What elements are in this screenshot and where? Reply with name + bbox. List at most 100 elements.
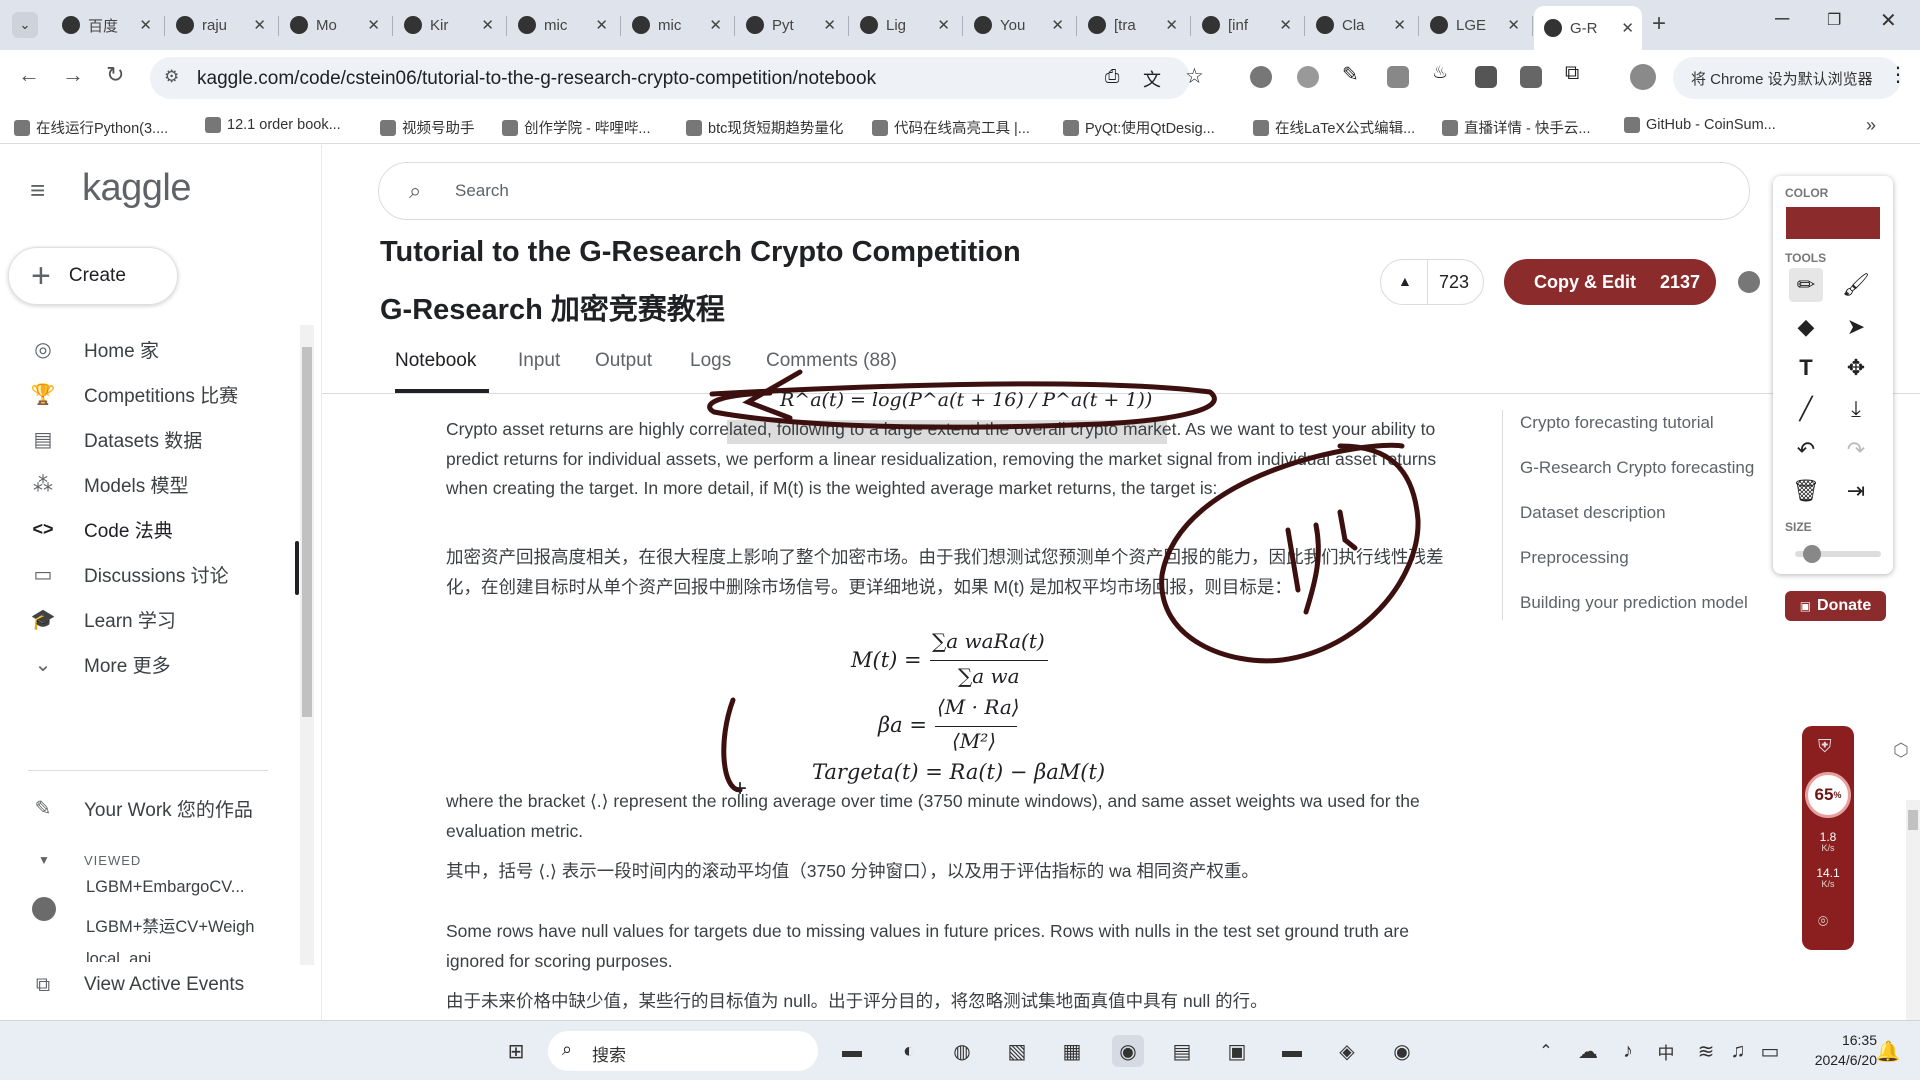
close-tab-icon[interactable]: ✕ [253, 16, 266, 34]
donate-button[interactable]: ▣ Donate [1785, 591, 1886, 621]
photos-icon[interactable]: ▧ [1001, 1035, 1033, 1067]
notebook-tab[interactable]: Notebook [395, 350, 476, 372]
install-app-icon[interactable]: ⎙ [1105, 66, 1119, 87]
close-tab-icon[interactable]: ✕ [139, 16, 152, 34]
bookmark-star-icon[interactable]: ☆ [1185, 64, 1204, 89]
mic-icon[interactable]: ♪ [1612, 1035, 1644, 1067]
toc-link[interactable]: Preprocessing [1520, 548, 1776, 568]
close-tab-icon[interactable]: ✕ [823, 16, 836, 34]
battery-icon[interactable]: ▭ [1754, 1035, 1786, 1067]
clock-time[interactable]: 16:35 [1797, 1032, 1877, 1048]
chat-app-icon[interactable]: ◍ [946, 1035, 978, 1067]
delete-icon[interactable]: 🗑 [1789, 474, 1823, 508]
browser-tab[interactable]: raju ✕ [166, 8, 274, 42]
browser-tab[interactable]: [inf ✕ [1192, 8, 1300, 42]
pointer-tool-icon[interactable]: ➤ [1839, 310, 1873, 344]
browser-tab[interactable]: Lig ✕ [850, 8, 958, 42]
bookmark-item[interactable]: 直播详情 - 快手云... [1442, 117, 1590, 138]
browser-tab[interactable]: mic ✕ [508, 8, 616, 42]
marker-tool-icon[interactable]: 🖌 [1839, 268, 1873, 302]
toc-link[interactable]: Crypto forecasting tutorial [1520, 413, 1776, 433]
restore-button[interactable]: ❐ [1827, 10, 1841, 30]
bookmark-item[interactable]: 在线运行Python(3.... [14, 117, 168, 138]
text-tool-icon[interactable]: T [1789, 351, 1823, 385]
sidebar-item[interactable]: ◎ Home 家 [30, 329, 159, 369]
bookmark-item[interactable]: 在线LaTeX公式编辑... [1253, 117, 1415, 138]
browser-tab[interactable]: G-R ✕ [1534, 6, 1642, 50]
bookmark-item[interactable]: 12.1 order book... [205, 117, 341, 133]
page-scrollbar-thumb[interactable] [1908, 810, 1918, 830]
exit-icon[interactable]: ⇥ [1839, 474, 1873, 508]
author-avatar[interactable] [1738, 271, 1760, 293]
network-monitor[interactable]: ⛨ 65% 1.8 K/s 14.1 K/s ⌾ [1802, 726, 1854, 950]
bookmark-item[interactable]: btc现货短期趋势量化 [686, 117, 843, 138]
sidebar-item[interactable]: ▤ Datasets 数据 [30, 419, 203, 459]
viewed-item[interactable]: LGBM+EmbargoCV... [86, 878, 245, 897]
set-default-browser-button[interactable]: 将 Chrome 设为默认浏览器 [1673, 57, 1901, 99]
extension-icon[interactable] [1475, 66, 1497, 88]
pen-extension-icon[interactable]: ✎ [1342, 62, 1359, 87]
collapse-viewed-icon[interactable]: ▼ [38, 853, 50, 867]
browser-tab[interactable]: LGE ✕ [1420, 8, 1528, 42]
bookmark-item[interactable]: GitHub - CoinSum... [1624, 117, 1776, 133]
notebook-tab[interactable]: Output [595, 350, 652, 372]
edge-icon[interactable]: ◐ [893, 1035, 925, 1067]
sidebar-item[interactable]: 🎓 Learn 学习 [30, 599, 176, 639]
sidebar-scrollbar[interactable] [300, 325, 314, 965]
close-tab-icon[interactable]: ✕ [937, 16, 950, 34]
upvote-widget[interactable]: ▲ 723 [1380, 259, 1484, 305]
upvote-arrow-icon[interactable]: ▲ [1398, 273, 1412, 289]
more-bookmarks-icon[interactable]: » [1866, 115, 1876, 136]
terminal-icon[interactable]: ▣ [1221, 1035, 1253, 1067]
windows-start-icon[interactable]: ⊞ [500, 1035, 532, 1067]
close-window-button[interactable]: ✕ [1880, 8, 1897, 33]
your-work-link[interactable]: ✎ Your Work 您的作品 [30, 788, 253, 828]
camera-icon[interactable]: ⌾ [1818, 912, 1828, 932]
tab-search-button[interactable]: ⌄ [12, 12, 38, 38]
clock-date[interactable]: 2024/6/20 [1797, 1052, 1877, 1068]
close-tab-icon[interactable]: ✕ [1165, 16, 1178, 34]
sidebar-item[interactable]: <> Code 法典 [30, 509, 172, 549]
chrome-icon[interactable]: ◉ [1112, 1035, 1144, 1067]
page-scrollbar[interactable] [1906, 800, 1920, 1020]
chrome-menu-icon[interactable]: ⋮ [1888, 62, 1908, 87]
app-icon[interactable]: ▬ [1276, 1035, 1308, 1067]
close-tab-icon[interactable]: ✕ [595, 16, 608, 34]
viewed-item[interactable]: LGBM+禁运CV+Weigh [86, 913, 254, 937]
extension-icon[interactable] [1297, 66, 1319, 88]
translate-icon[interactable]: 文 [1143, 66, 1161, 92]
bookmark-item[interactable]: PyQt:使用QtDesig... [1063, 117, 1215, 138]
pinned-app-icon[interactable]: ◉ [1386, 1035, 1418, 1067]
browser-tab[interactable]: Cla ✕ [1306, 8, 1414, 42]
redo-icon[interactable]: ↷ [1839, 433, 1873, 467]
app-icon[interactable]: ▦ [1056, 1035, 1088, 1067]
tray-chevron-icon[interactable]: ⌃ [1530, 1035, 1562, 1067]
browser-tab[interactable]: You ✕ [964, 8, 1072, 42]
notification-bell-icon[interactable]: 🔔 [1872, 1035, 1904, 1067]
kaggle-logo[interactable]: kaggle [82, 167, 191, 210]
browser-tab[interactable]: 百度 ✕ [52, 8, 160, 42]
browser-tab[interactable]: Mo ✕ [280, 8, 388, 42]
create-button[interactable]: + Create [8, 247, 178, 305]
bookmark-item[interactable]: 代码在线高亮工具 |... [872, 117, 1030, 138]
bookmark-item[interactable]: 视频号助手 [380, 117, 475, 138]
download-tool-icon[interactable]: ⤓ [1839, 392, 1873, 426]
close-tab-icon[interactable]: ✕ [1051, 16, 1064, 34]
hamburger-menu-icon[interactable]: ≡ [30, 175, 45, 206]
search-bar[interactable]: ⌕ Search [378, 162, 1750, 220]
volume-icon[interactable]: ♫ [1722, 1035, 1754, 1067]
forward-button[interactable]: → [62, 62, 84, 88]
browser-tab[interactable]: Pyt ✕ [736, 8, 844, 42]
minimize-button[interactable]: ─ [1775, 8, 1789, 31]
sidebar-item[interactable]: ▭ Discussions 讨论 [30, 554, 229, 594]
extension-icon[interactable] [1250, 66, 1272, 88]
side-panel-icon[interactable]: ⬡ [1893, 740, 1909, 761]
sidebar-item[interactable]: ⌄ More 更多 [30, 644, 171, 684]
line-tool-icon[interactable]: ╱ [1789, 392, 1823, 426]
close-tab-icon[interactable]: ✕ [1279, 16, 1292, 34]
taskview-icon[interactable]: ▬ [836, 1035, 868, 1067]
extension-icon[interactable] [1520, 66, 1542, 88]
reload-button[interactable]: ↻ [106, 62, 124, 88]
close-tab-icon[interactable]: ✕ [1621, 19, 1634, 37]
close-tab-icon[interactable]: ✕ [481, 16, 494, 34]
